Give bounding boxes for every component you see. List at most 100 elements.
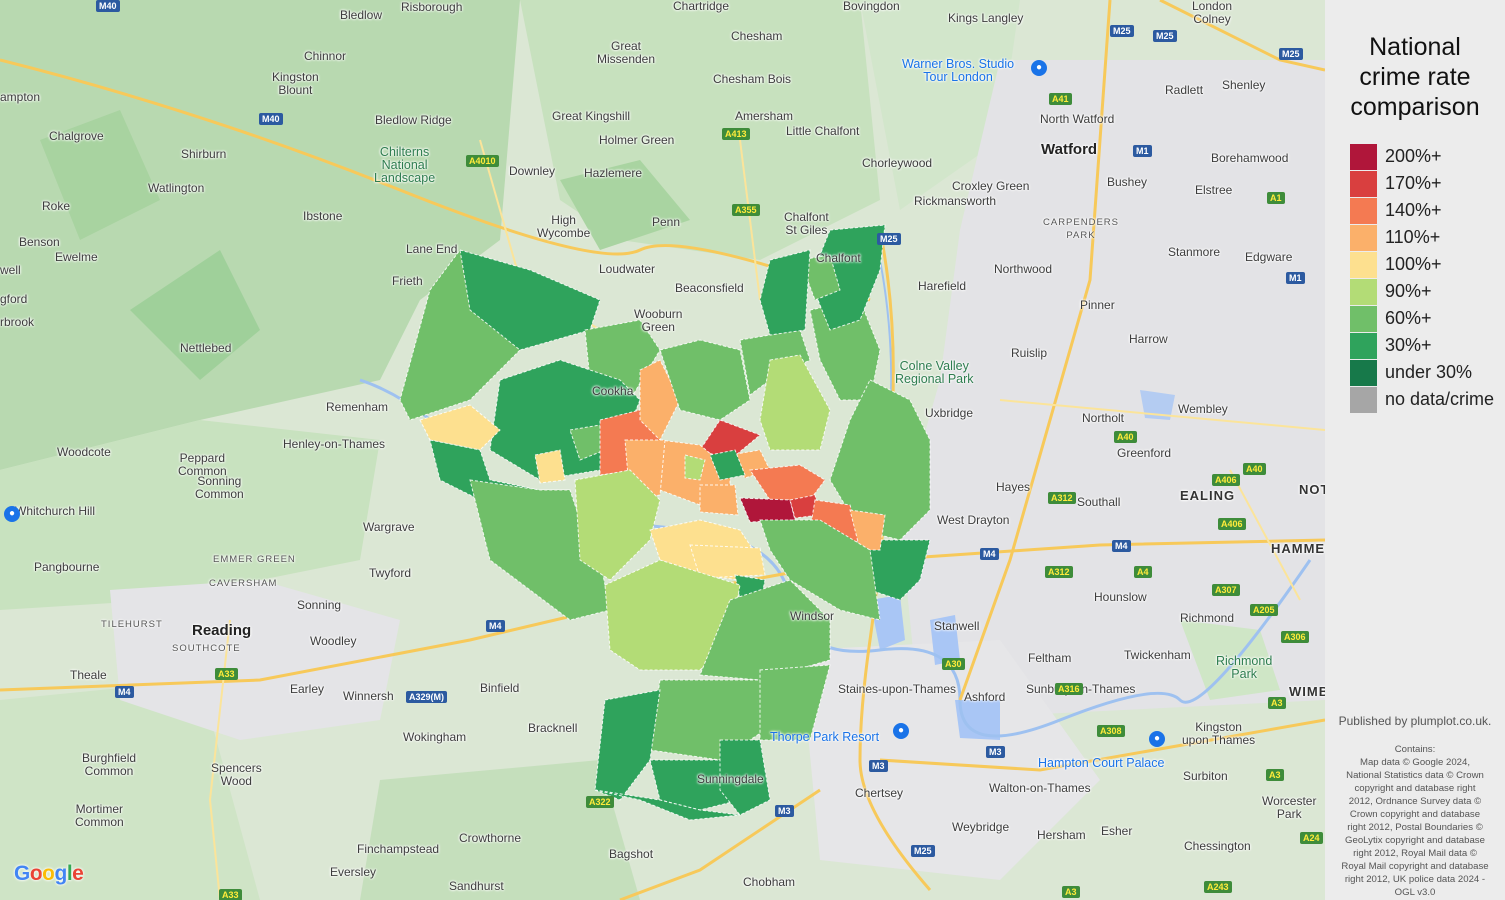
place-label: Bagshot xyxy=(609,848,653,861)
poi-marker-icon[interactable]: ● xyxy=(893,723,909,739)
place-label: Croxley Green xyxy=(952,180,1029,193)
poi-label[interactable]: Warner Bros. Studio Tour London xyxy=(902,58,1014,84)
legend-item: 60%+ xyxy=(1350,305,1432,332)
road-shield: A413 xyxy=(722,128,750,140)
legend-item: 100%+ xyxy=(1350,251,1442,278)
place-label: Mortimer Common xyxy=(75,803,124,829)
road-shield: A322 xyxy=(586,796,614,808)
district-label: EALING xyxy=(1180,489,1235,502)
poi-label[interactable]: Thorpe Park Resort xyxy=(770,731,879,744)
place-label: Chessington xyxy=(1184,840,1251,853)
place-label: Benson xyxy=(19,236,60,249)
place-label: Sandhurst xyxy=(449,880,504,893)
place-label: Chesham Bois xyxy=(713,73,791,86)
place-label: Crowthorne xyxy=(459,832,521,845)
road-shield: A312 xyxy=(1048,492,1076,504)
place-label: Woodcote xyxy=(57,446,111,459)
road-shield: M3 xyxy=(869,760,888,772)
road-shield: M25 xyxy=(1110,25,1134,37)
place-label: Finchampstead xyxy=(357,843,439,856)
road-shield: M3 xyxy=(775,805,794,817)
road-shield: A40 xyxy=(1114,431,1137,443)
place-label: Wokingham xyxy=(403,731,466,744)
legend-title-line: National xyxy=(1325,32,1505,62)
road-shield: A406 xyxy=(1212,474,1240,486)
place-label: well xyxy=(0,264,21,277)
place-label: Remenham xyxy=(326,401,388,414)
park-label: Colne Valley Regional Park xyxy=(895,360,974,386)
place-label: Harrow xyxy=(1129,333,1168,346)
poi-marker-icon[interactable]: ● xyxy=(1149,731,1165,747)
place-label: Sunningdale xyxy=(697,773,764,786)
place-label: Wooburn Green xyxy=(634,308,682,334)
place-label: Ewelme xyxy=(55,251,98,264)
road-shield: A355 xyxy=(732,204,760,216)
legend-label: no data/crime xyxy=(1385,389,1494,410)
road-shield: A307 xyxy=(1212,584,1240,596)
place-label: West Drayton xyxy=(937,514,1009,527)
published-credit: Published by plumplot.co.uk. xyxy=(1325,714,1505,728)
road-shield: A1 xyxy=(1267,192,1285,204)
legend-swatch xyxy=(1350,306,1377,332)
place-label: Bracknell xyxy=(528,722,577,735)
place-label: Weybridge xyxy=(952,821,1009,834)
road-shield: A33 xyxy=(219,889,242,900)
place-label: Holmer Green xyxy=(599,134,674,147)
place-label: Woodley xyxy=(310,635,356,648)
road-shield: A4 xyxy=(1134,566,1152,578)
road-shield: A24 xyxy=(1300,832,1323,844)
road-shield: M25 xyxy=(1153,30,1177,42)
place-label: Windsor xyxy=(790,610,834,623)
road-shield: M4 xyxy=(115,686,134,698)
town-label-reading: Reading xyxy=(192,624,251,637)
place-label: Wembley xyxy=(1178,403,1228,416)
place-label: Nettlebed xyxy=(180,342,231,355)
place-label: Feltham xyxy=(1028,652,1071,665)
place-label: Northolt xyxy=(1082,412,1124,425)
area-label: CAVERSHAM xyxy=(209,577,277,590)
place-label: ampton xyxy=(0,91,40,104)
place-label: Winnersh xyxy=(343,690,394,703)
place-label: Chartridge xyxy=(673,0,729,13)
place-label: Penn xyxy=(652,216,680,229)
road-shield: A3 xyxy=(1266,769,1284,781)
road-shield: M4 xyxy=(980,548,999,560)
place-label: Walton-on-Thames xyxy=(989,782,1091,795)
road-shield: M40 xyxy=(96,0,120,12)
place-label: Pangbourne xyxy=(34,561,99,574)
google-logo: Google xyxy=(14,862,83,886)
place-label: High Wycombe xyxy=(537,214,590,240)
legend-swatch xyxy=(1350,279,1377,305)
poi-label[interactable]: Hampton Court Palace xyxy=(1038,757,1164,770)
legend-item: 90%+ xyxy=(1350,278,1432,305)
road-shield: A308 xyxy=(1097,725,1125,737)
legend-label: 30%+ xyxy=(1385,335,1432,356)
area-label: SOUTHCOTE xyxy=(172,642,241,655)
place-label: Edgware xyxy=(1245,251,1292,264)
road-shield: A312 xyxy=(1045,566,1073,578)
place-label: Great Missenden xyxy=(597,40,655,66)
place-label: Rickmansworth xyxy=(914,195,996,208)
poi-marker-icon[interactable]: ● xyxy=(1031,60,1047,76)
place-label: gford xyxy=(0,293,27,306)
place-label: Roke xyxy=(42,200,70,213)
place-label: Cookha xyxy=(592,385,633,398)
legend-swatch xyxy=(1350,333,1377,359)
place-label: Loudwater xyxy=(599,263,655,276)
place-label: Chalgrove xyxy=(49,130,104,143)
legend-label: 110%+ xyxy=(1385,227,1440,248)
district-label: NOT xyxy=(1299,483,1325,496)
place-label: Ibstone xyxy=(303,210,342,223)
poi-marker-icon[interactable]: ● xyxy=(4,506,20,522)
area-label: TILEHURST xyxy=(101,618,163,631)
google-logo-text: Google xyxy=(14,862,83,886)
map[interactable]: Bledlow Risborough Chartridge Bovingdon … xyxy=(0,0,1325,900)
road-shield: A4010 xyxy=(466,155,499,167)
legend-title-line: crime rate xyxy=(1325,62,1505,92)
place-label: Bledlow Ridge xyxy=(375,114,452,127)
legend-label: 90%+ xyxy=(1385,281,1432,302)
road-shield: M40 xyxy=(259,113,283,125)
legend-item: 30%+ xyxy=(1350,332,1432,359)
road-shield: A306 xyxy=(1281,631,1309,643)
legend-panel: National crime rate comparison 200%+170%… xyxy=(1325,0,1505,900)
